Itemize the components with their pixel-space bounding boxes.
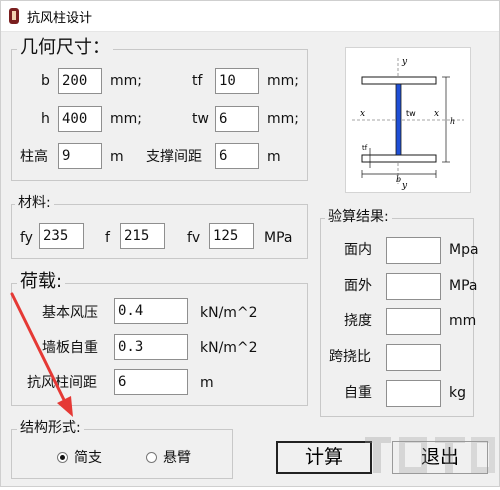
h-label: h: [41, 111, 50, 127]
deflection-output: [386, 308, 441, 335]
diagram-x-right: x: [434, 109, 439, 119]
fy-input[interactable]: 235: [39, 223, 84, 249]
diagram-h: h: [450, 117, 455, 126]
f-input[interactable]: 215: [120, 223, 165, 249]
simply-supported-label: 简支: [74, 450, 102, 466]
column-height-input[interactable]: 9: [58, 143, 102, 169]
fv-input[interactable]: 125: [209, 223, 254, 249]
wall-weight-input[interactable]: 0.3: [114, 334, 188, 360]
watermark-logo: [361, 429, 499, 485]
h-unit: mm;: [110, 111, 142, 127]
tf-label: tf: [192, 73, 203, 89]
wall-weight-unit: kN/m^2: [200, 340, 258, 356]
column-height-label: 柱高: [20, 149, 48, 165]
material-legend: 材料:: [15, 196, 54, 210]
red-arrow-icon: [10, 292, 73, 417]
deflection-label: 挠度: [344, 313, 372, 329]
column-spacing-unit: m: [200, 375, 214, 391]
b-input[interactable]: 200: [58, 68, 102, 94]
diagram-x-left: x: [360, 109, 365, 119]
self-weight-unit: kg: [449, 385, 466, 401]
watermark-glyph: [365, 437, 495, 473]
f-label: f: [105, 230, 110, 246]
column-height-unit: m: [110, 149, 124, 165]
cantilever-label: 悬臂: [163, 450, 191, 466]
b-label: b: [41, 73, 50, 89]
radio-dot[interactable]: [146, 451, 157, 463]
structure-group: [11, 429, 233, 479]
out-plane-label: 面外: [344, 278, 372, 294]
tw-label: tw: [192, 111, 209, 127]
load-legend: 荷载:: [17, 273, 66, 291]
structure-legend: 结构形式:: [17, 421, 84, 435]
diagram-b: b: [396, 175, 401, 184]
out-plane-output: [386, 273, 441, 300]
app-window: 抗风柱设计 几何尺寸： b 200 mm; tf 10 mm; h 400 mm…: [0, 0, 500, 487]
i-section-drawing: y y x x tw tf h b: [352, 57, 464, 191]
tw-unit: mm;: [267, 111, 299, 127]
results-legend: 验算结果:: [325, 210, 392, 224]
tw-input[interactable]: 6: [215, 106, 259, 132]
span-ratio-output: [386, 344, 441, 371]
radio-dot-selected[interactable]: [57, 451, 68, 463]
radio-simply-supported[interactable]: 简支: [57, 447, 102, 467]
fv-label: fv: [187, 230, 201, 246]
tf-unit: mm;: [267, 73, 299, 89]
window-title: 抗风柱设计: [27, 11, 93, 26]
diagram-tw: tw: [406, 109, 416, 118]
deflection-unit: mm: [449, 313, 477, 329]
column-spacing-input[interactable]: 6: [114, 369, 188, 395]
diagram-y-top: y: [401, 57, 408, 67]
self-weight-output: [386, 380, 441, 407]
tf-input[interactable]: 10: [215, 68, 259, 94]
brace-spacing-unit: m: [267, 149, 281, 165]
app-icon: [9, 8, 19, 24]
i-section-diagram: y y x x tw tf h b: [345, 47, 471, 193]
h-input[interactable]: 400: [58, 106, 102, 132]
wind-pressure-unit: kN/m^2: [200, 305, 258, 321]
diagram-y-bottom: y: [401, 181, 408, 191]
brace-spacing-input[interactable]: 6: [215, 143, 259, 169]
geometry-legend: 几何尺寸：: [17, 39, 113, 57]
diagram-tf: tf: [362, 144, 368, 152]
title-bar[interactable]: 抗风柱设计: [1, 1, 499, 32]
self-weight-label: 自重: [344, 385, 372, 401]
in-plane-output: [386, 237, 441, 264]
wind-pressure-input[interactable]: 0.4: [114, 298, 188, 324]
span-ratio-label: 跨挠比: [329, 349, 371, 365]
in-plane-label: 面内: [344, 242, 372, 258]
out-plane-unit: MPa: [449, 278, 478, 294]
in-plane-unit: Mpa: [449, 242, 479, 258]
calculate-button[interactable]: 计算: [276, 441, 372, 474]
b-unit: mm;: [110, 73, 142, 89]
brace-spacing-label: 支撑间距: [146, 149, 202, 165]
fy-label: fy: [20, 230, 33, 246]
material-unit: MPa: [264, 230, 293, 246]
radio-cantilever[interactable]: 悬臂: [146, 447, 191, 467]
